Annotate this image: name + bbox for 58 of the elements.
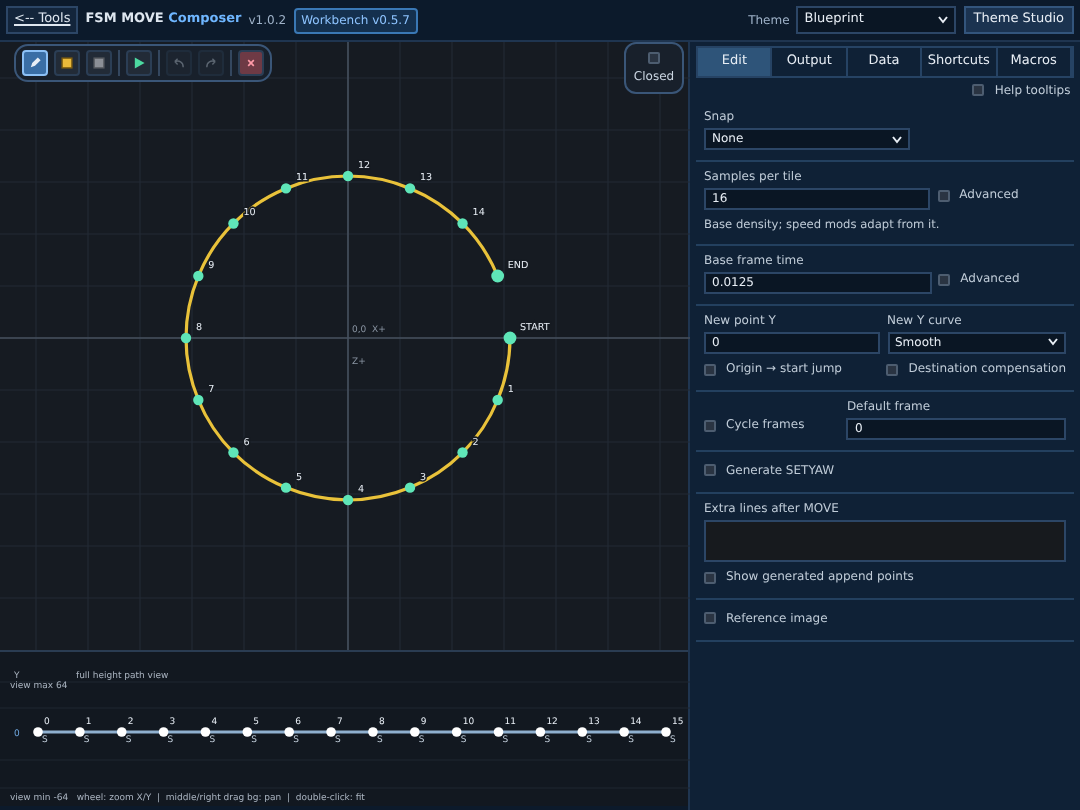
path-point bbox=[193, 270, 204, 282]
timeline-point bbox=[326, 727, 336, 737]
timeline-point bbox=[158, 727, 169, 737]
path-point bbox=[228, 218, 239, 229]
play-icon bbox=[132, 56, 146, 70]
checkbox[interactable] bbox=[704, 612, 716, 625]
path-point bbox=[342, 494, 354, 506]
timeline-point bbox=[493, 727, 504, 737]
erase-tool-button[interactable] bbox=[86, 50, 112, 76]
play-tool-button[interactable] bbox=[126, 50, 152, 76]
checkbox[interactable] bbox=[648, 51, 660, 63]
text-area[interactable] bbox=[704, 519, 1066, 562]
checkbox[interactable] bbox=[704, 571, 716, 584]
timeline-point bbox=[242, 727, 253, 737]
timeline-point bbox=[410, 727, 420, 737]
timeline-point bbox=[284, 727, 294, 737]
timeline-point bbox=[75, 727, 85, 737]
timeline-point bbox=[200, 727, 211, 737]
caret-icon bbox=[892, 135, 903, 144]
checkbox[interactable] bbox=[972, 84, 985, 96]
path-point bbox=[457, 447, 468, 458]
path-point bbox=[492, 394, 503, 406]
undo-icon bbox=[172, 56, 186, 70]
close-icon bbox=[244, 56, 258, 70]
timeline-point bbox=[619, 727, 629, 737]
checkbox[interactable] bbox=[704, 464, 716, 477]
timeline-point bbox=[451, 727, 462, 737]
timeline-point bbox=[33, 727, 43, 737]
clear-tool-button[interactable] bbox=[238, 50, 264, 76]
timeline-point bbox=[577, 727, 588, 737]
square-icon bbox=[92, 56, 106, 70]
path-point bbox=[228, 447, 239, 458]
checkbox[interactable] bbox=[937, 189, 950, 201]
point-tool-button[interactable] bbox=[54, 50, 80, 76]
checkbox[interactable] bbox=[938, 273, 951, 286]
redo-icon bbox=[204, 56, 218, 70]
path-point bbox=[193, 394, 204, 406]
pencil-icon bbox=[28, 56, 42, 70]
path-point bbox=[342, 170, 354, 182]
checkbox[interactable] bbox=[704, 419, 716, 432]
path-point bbox=[280, 482, 292, 493]
path-point bbox=[503, 331, 517, 345]
caret-icon bbox=[1048, 338, 1059, 347]
timeline-point bbox=[661, 727, 671, 737]
path-point bbox=[491, 269, 505, 283]
checkbox[interactable] bbox=[704, 363, 716, 376]
checkbox[interactable] bbox=[886, 363, 899, 376]
square-icon bbox=[60, 56, 74, 70]
timeline-point bbox=[535, 727, 546, 737]
path-point bbox=[280, 183, 292, 194]
path-point bbox=[457, 218, 468, 229]
path-point bbox=[180, 332, 192, 344]
caret-icon bbox=[938, 16, 949, 24]
draw-tool-button[interactable] bbox=[22, 50, 48, 76]
path-point bbox=[404, 183, 416, 194]
timeline-point bbox=[116, 727, 127, 737]
timeline-point bbox=[368, 727, 378, 737]
path-point bbox=[404, 482, 416, 493]
